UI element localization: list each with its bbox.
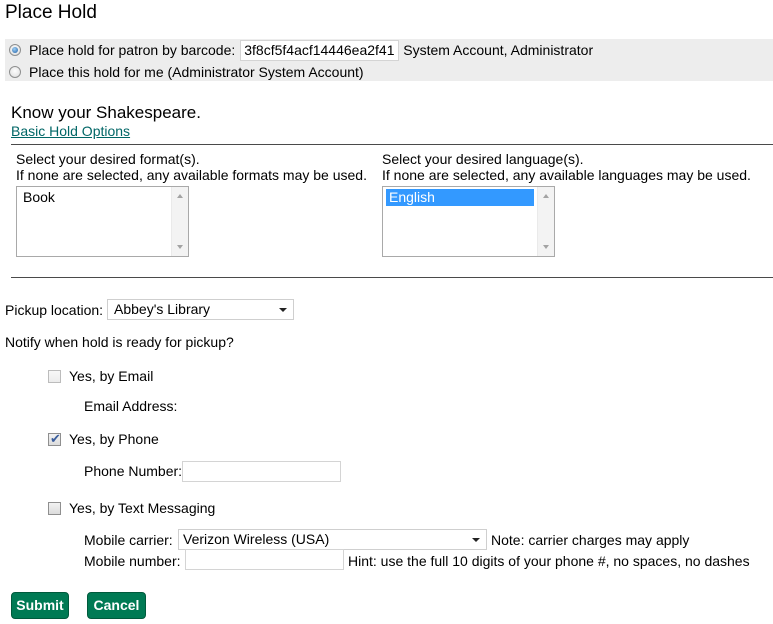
patron-barcode-option: Place hold for patron by barcode: 3f8cf5… (9, 39, 594, 61)
scroll-down-icon[interactable] (543, 245, 549, 249)
carrier-selected-value: Verizon Wireless (USA) (183, 531, 330, 547)
patron-self-option: Place this hold for me (Administrator Sy… (9, 63, 364, 81)
barcode-input[interactable]: 3f8cf5f4acf14446ea2f41 (240, 39, 400, 61)
format-option-book[interactable]: Book (20, 189, 168, 206)
mobile-number-label: Mobile number: (84, 553, 181, 569)
format-label-line2: If none are selected, any available form… (16, 167, 367, 183)
phone-number-input[interactable] (182, 460, 342, 482)
phone-checkbox[interactable]: ✔ (48, 430, 61, 446)
sms-option-label: Yes, by Text Messaging (69, 500, 216, 516)
email-checkbox[interactable] (48, 369, 61, 383)
scroll-up-icon[interactable] (177, 194, 183, 198)
patron-name: System Account, Administrator (403, 42, 594, 58)
chevron-down-icon (279, 308, 287, 312)
pickup-location-select[interactable]: Abbey's Library (107, 299, 294, 320)
scroll-down-icon[interactable] (177, 245, 183, 249)
mobile-number-input[interactable] (185, 549, 344, 570)
record-title: Know your Shakespeare. (11, 103, 201, 122)
language-listbox[interactable]: English (382, 186, 555, 257)
pickup-label: Pickup location: (5, 302, 104, 318)
language-scrollbar[interactable] (537, 187, 554, 256)
barcode-option-label: Place hold for patron by barcode: (29, 42, 236, 58)
self-option-label: Place this hold for me (Administrator Sy… (29, 64, 364, 80)
pickup-selected-value: Abbey's Library (114, 301, 211, 317)
page-title: Place Hold (5, 2, 97, 23)
scroll-up-icon[interactable] (543, 194, 549, 198)
format-label-line1: Select your desired format(s). (16, 151, 200, 167)
notify-sms-option: Yes, by Text Messaging (48, 499, 215, 517)
notify-email-option: Yes, by Email (48, 367, 153, 385)
chevron-down-icon (472, 538, 480, 542)
mobile-number-hint: Hint: use the full 10 digits of your pho… (348, 553, 750, 569)
format-listbox[interactable]: Book (16, 186, 189, 257)
format-label: Select your desired format(s). If none a… (16, 151, 367, 183)
mobile-carrier-label: Mobile carrier: (84, 532, 173, 548)
language-option-english[interactable]: English (386, 189, 534, 206)
submit-button[interactable]: Submit (11, 592, 69, 619)
radio-self[interactable] (9, 66, 21, 78)
notify-question: Notify when hold is ready for pickup? (5, 334, 234, 350)
email-address-label: Email Address: (84, 398, 178, 414)
notify-phone-option: ✔ Yes, by Phone (48, 430, 159, 448)
mobile-carrier-select[interactable]: Verizon Wireless (USA) (178, 529, 487, 550)
cancel-button[interactable]: Cancel (87, 592, 146, 619)
carrier-note: Note: carrier charges may apply (491, 532, 690, 548)
language-label: Select your desired language(s). If none… (382, 151, 751, 183)
phone-number-label: Phone Number: (84, 463, 183, 479)
radio-barcode[interactable] (9, 44, 21, 56)
divider-top (11, 144, 773, 145)
language-label-line2: If none are selected, any available lang… (382, 167, 751, 183)
checkmark-icon: ✔ (50, 430, 61, 446)
email-option-label: Yes, by Email (69, 368, 154, 384)
sms-checkbox[interactable] (48, 501, 61, 515)
format-scrollbar[interactable] (171, 187, 188, 256)
divider-bottom (11, 277, 773, 278)
basic-hold-options-link[interactable]: Basic Hold Options (11, 123, 130, 139)
phone-option-label: Yes, by Phone (69, 431, 159, 447)
phone-number-row: Phone Number: (84, 460, 342, 482)
language-label-line1: Select your desired language(s). (382, 151, 584, 167)
